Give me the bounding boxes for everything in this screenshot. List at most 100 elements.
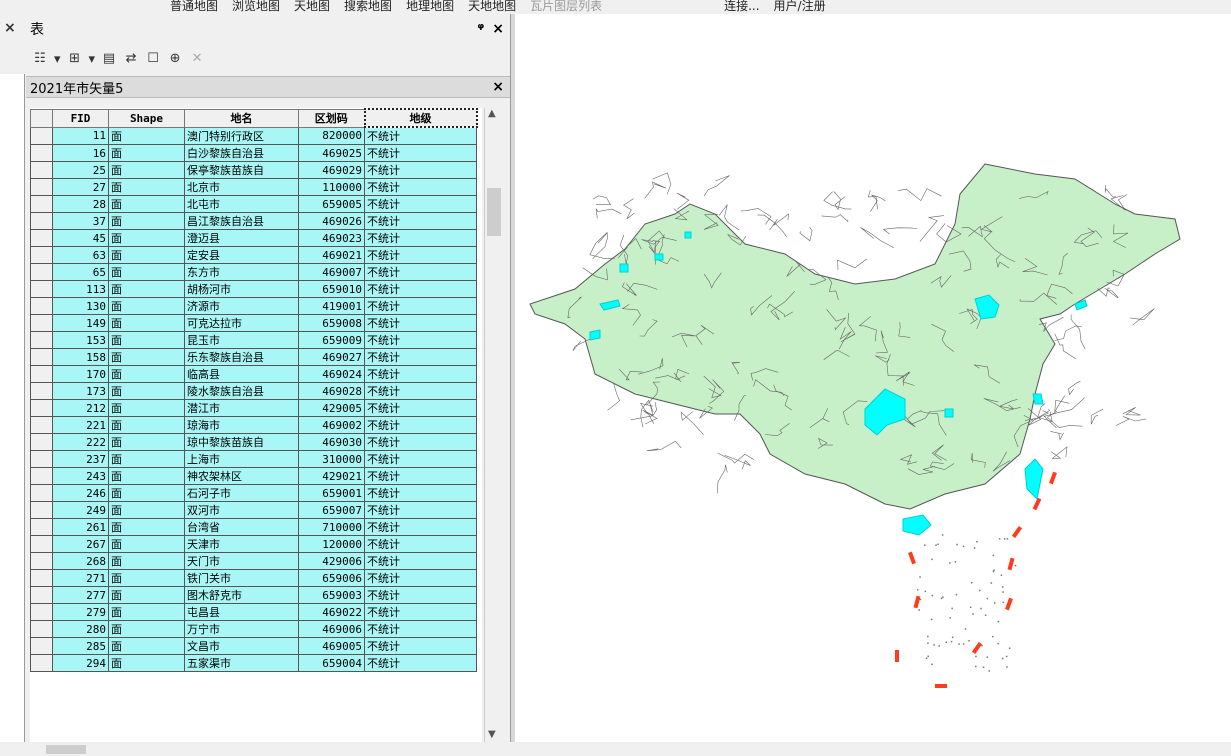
table-cell[interactable]: 469006 <box>298 620 365 638</box>
top-menu-item[interactable]: 用户/注册 <box>774 0 826 14</box>
table-cell[interactable]: 243 <box>52 467 109 485</box>
table-cell[interactable]: 胡杨河市 <box>184 280 299 298</box>
row-selector[interactable] <box>30 416 53 434</box>
table-cell[interactable]: 面 <box>108 263 185 281</box>
table-cell[interactable]: 419001 <box>298 297 365 315</box>
table-cell[interactable]: 279 <box>52 603 109 621</box>
table-cell[interactable]: 659003 <box>298 586 365 604</box>
table-window-close-button[interactable]: × <box>492 21 504 37</box>
table-cell[interactable]: 面 <box>108 484 185 502</box>
table-cell[interactable]: 659006 <box>298 569 365 587</box>
row-selector[interactable] <box>30 348 53 366</box>
switch-selection-icon[interactable]: ⇄ <box>123 51 139 67</box>
row-selector-header[interactable] <box>30 108 53 128</box>
table-cell[interactable]: 定安县 <box>184 246 299 264</box>
table-cell[interactable]: 面 <box>108 518 185 536</box>
row-selector[interactable] <box>30 433 53 451</box>
table-row[interactable]: 130 面济源市 419001 不统计 <box>30 297 477 315</box>
related-tables-icon[interactable]: ⊞ <box>67 51 83 67</box>
row-selector[interactable] <box>30 484 53 502</box>
top-menu-item[interactable]: 地理地图 <box>406 0 454 14</box>
row-selector[interactable] <box>30 126 53 145</box>
table-cell[interactable]: 面 <box>108 246 185 264</box>
table-cell[interactable]: 不统计 <box>364 246 477 264</box>
table-cell[interactable]: 28 <box>52 195 109 213</box>
table-cell[interactable]: 212 <box>52 399 109 417</box>
top-menu-item[interactable]: 搜索地图 <box>344 0 392 14</box>
table-cell[interactable]: 陵水黎族自治县 <box>184 382 299 400</box>
left-panel-close-button[interactable]: × <box>4 20 16 36</box>
table-cell[interactable]: 不统计 <box>364 586 477 604</box>
row-selector[interactable] <box>30 501 53 519</box>
table-cell[interactable]: 659004 <box>298 654 365 672</box>
table-cell[interactable]: 天津市 <box>184 535 299 553</box>
row-selector[interactable] <box>30 569 53 587</box>
table-cell[interactable]: 469021 <box>298 246 365 264</box>
table-cell[interactable]: 面 <box>108 433 185 451</box>
table-row[interactable]: 249 面双河市 659007 不统计 <box>30 501 477 519</box>
row-selector[interactable] <box>30 467 53 485</box>
table-cell[interactable]: 五家渠市 <box>184 654 299 672</box>
table-cell[interactable]: 不统计 <box>364 620 477 638</box>
table-cell[interactable]: 不统计 <box>364 263 477 281</box>
table-cell[interactable]: 不统计 <box>364 416 477 434</box>
pin-button[interactable]: ᵠ <box>477 21 484 37</box>
table-row[interactable]: 237 面上海市 310000 不统计 <box>30 450 477 468</box>
table-row[interactable]: 243 面神农架林区 429021 不统计 <box>30 467 477 485</box>
table-cell[interactable]: 310000 <box>298 450 365 468</box>
table-cell[interactable]: 469005 <box>298 637 365 655</box>
row-selector[interactable] <box>30 450 53 468</box>
clear-selection-icon[interactable]: ☐ <box>145 51 161 67</box>
table-row[interactable]: 277 面图木舒克市 659003 不统计 <box>30 586 477 604</box>
table-cell[interactable]: 面 <box>108 126 185 145</box>
table-cell[interactable]: 双河市 <box>184 501 299 519</box>
table-cell[interactable]: 153 <box>52 331 109 349</box>
horizontal-scrollbar[interactable] <box>30 742 482 756</box>
chevron-down-icon[interactable]: ▾ <box>89 52 96 67</box>
table-cell[interactable]: 不统计 <box>364 569 477 587</box>
table-cell[interactable]: 北京市 <box>184 178 299 196</box>
table-cell[interactable]: 113 <box>52 280 109 298</box>
table-cell[interactable]: 不统计 <box>364 161 477 179</box>
table-cell[interactable]: 268 <box>52 552 109 570</box>
table-row[interactable]: 294 面五家渠市 659004 不统计 <box>30 654 477 672</box>
table-row[interactable]: 261 面台湾省 710000 不统计 <box>30 518 477 536</box>
horizontal-scrollbar-thumb[interactable] <box>46 745 86 754</box>
table-cell[interactable]: 820000 <box>298 126 365 145</box>
table-cell[interactable]: 285 <box>52 637 109 655</box>
table-cell[interactable]: 25 <box>52 161 109 179</box>
table-cell[interactable]: 面 <box>108 501 185 519</box>
layer-tab-close-button[interactable]: × <box>492 79 504 95</box>
table-cell[interactable]: 澳门特别行政区 <box>184 126 299 145</box>
row-selector[interactable] <box>30 297 53 315</box>
table-cell[interactable]: 文昌市 <box>184 637 299 655</box>
table-cell[interactable]: 469024 <box>298 365 365 383</box>
table-cell[interactable]: 659009 <box>298 331 365 349</box>
table-row[interactable]: 158 面乐东黎族自治县 469027 不统计 <box>30 348 477 366</box>
table-cell[interactable]: 710000 <box>298 518 365 536</box>
table-cell[interactable]: 保亭黎族苗族自 <box>184 161 299 179</box>
table-row[interactable]: 149 面可克达拉市 659008 不统计 <box>30 314 477 332</box>
table-row[interactable]: 153 面昆玉市 659009 不统计 <box>30 331 477 349</box>
table-cell[interactable]: 面 <box>108 552 185 570</box>
table-cell[interactable]: 429021 <box>298 467 365 485</box>
table-cell[interactable]: 不统计 <box>364 552 477 570</box>
table-cell[interactable]: 469025 <box>298 144 365 162</box>
table-cell[interactable]: 不统计 <box>364 467 477 485</box>
row-selector[interactable] <box>30 144 53 162</box>
table-row[interactable]: 16 面白沙黎族自治县 469025 不统计 <box>30 144 477 162</box>
table-cell[interactable]: 上海市 <box>184 450 299 468</box>
table-cell[interactable]: 临高县 <box>184 365 299 383</box>
table-cell[interactable]: 158 <box>52 348 109 366</box>
row-selector[interactable] <box>30 552 53 570</box>
table-cell[interactable]: 济源市 <box>184 297 299 315</box>
table-cell[interactable]: 面 <box>108 212 185 230</box>
table-cell[interactable]: 不统计 <box>364 297 477 315</box>
top-menu-item[interactable]: 天地地图 <box>468 0 516 14</box>
row-selector[interactable] <box>30 535 53 553</box>
table-row[interactable]: 25 面保亭黎族苗族自 469029 不统计 <box>30 161 477 179</box>
table-cell[interactable]: 面 <box>108 280 185 298</box>
row-selector[interactable] <box>30 178 53 196</box>
row-selector[interactable] <box>30 280 53 298</box>
table-cell[interactable]: 面 <box>108 348 185 366</box>
